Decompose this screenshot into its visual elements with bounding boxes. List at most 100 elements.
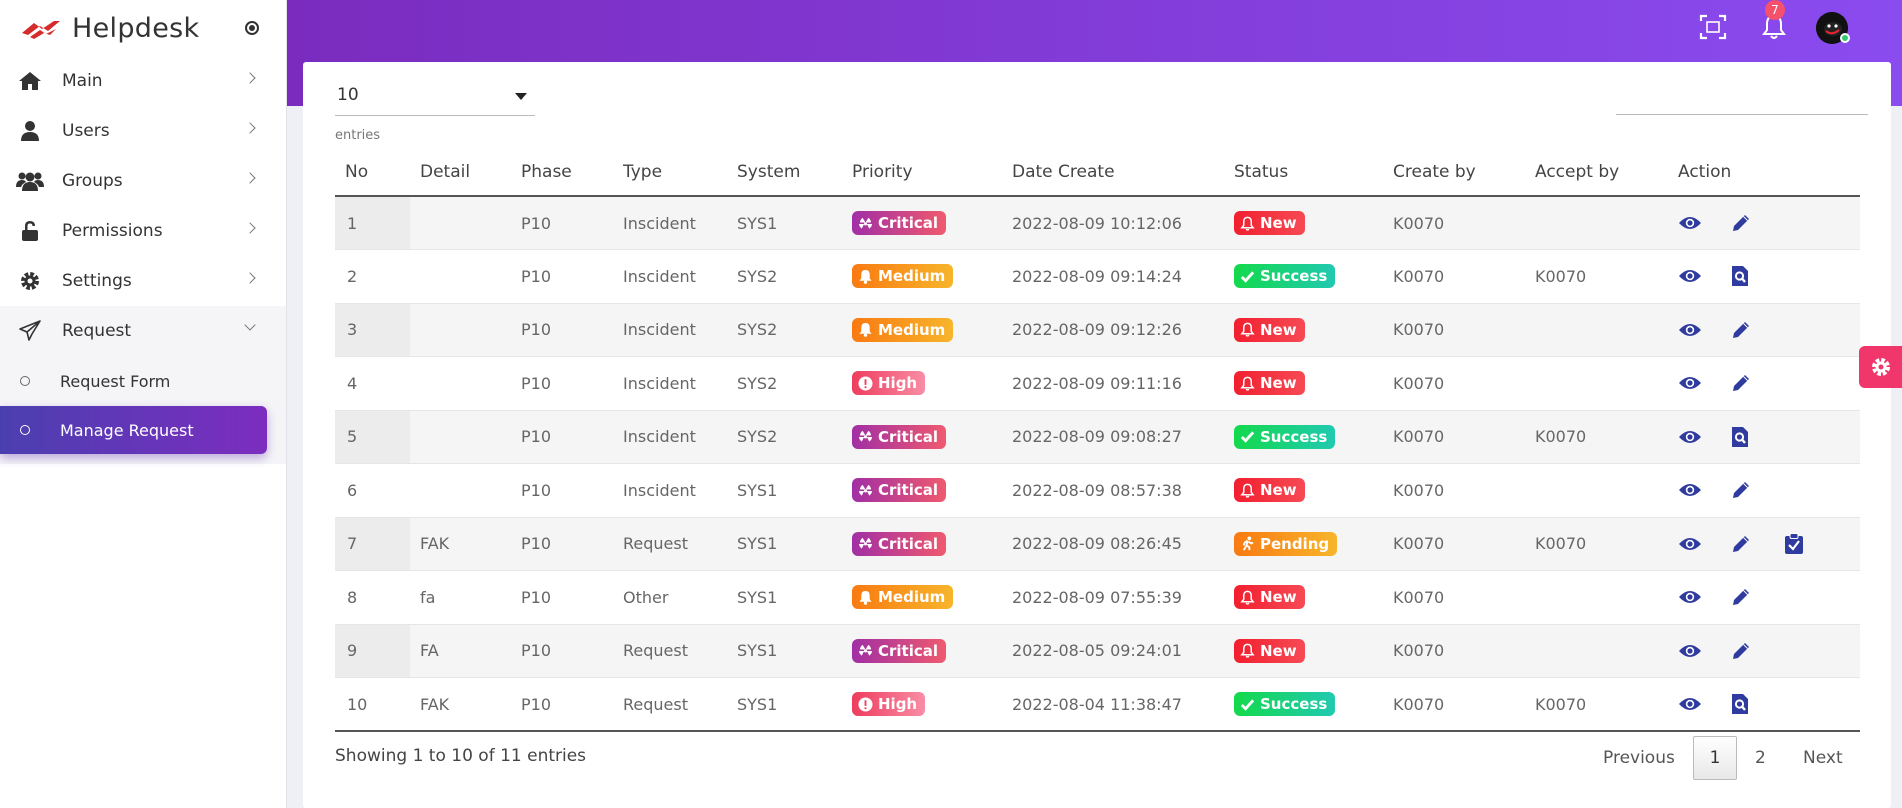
priority-label: Critical xyxy=(878,481,939,500)
cell-system: SYS2 xyxy=(727,356,842,411)
cell-system: SYS1 xyxy=(727,624,842,678)
view-eye-icon[interactable] xyxy=(1678,371,1731,395)
priority-badge: Critical xyxy=(852,211,947,235)
cell-accept-by xyxy=(1525,303,1668,357)
view-eye-icon[interactable] xyxy=(1678,478,1731,502)
cell-create-by: K0070 xyxy=(1383,303,1525,357)
document-search-icon[interactable] xyxy=(1731,425,1784,449)
table-row[interactable]: 4 P10 Inscident SYS2 High 2022-08-09 09:11:16… xyxy=(335,356,1860,411)
priority-critical-icon xyxy=(858,483,878,498)
running-person-icon xyxy=(1240,536,1260,551)
cell-phase: P10 xyxy=(511,249,613,304)
bell-icon xyxy=(858,590,878,605)
sidebar-item-main[interactable]: Main xyxy=(0,56,286,106)
edit-pencil-icon[interactable] xyxy=(1731,585,1784,609)
bell-icon xyxy=(858,322,878,338)
edit-pencil-icon[interactable] xyxy=(1731,318,1784,342)
table-row[interactable]: 6 P10 Inscident SYS1 Critical 2022-08-09 08:5… xyxy=(335,463,1860,518)
cell-action xyxy=(1668,517,1860,571)
theme-settings-button[interactable] xyxy=(1859,346,1902,388)
chevron-right-icon xyxy=(244,72,256,84)
cell-priority: Critical xyxy=(842,410,1002,464)
cell-date-create: 2022-08-09 08:26:45 xyxy=(1002,517,1224,571)
sidebar-item-request[interactable]: Request xyxy=(0,306,286,356)
search-input[interactable] xyxy=(1616,114,1868,115)
pagination-previous[interactable]: Previous xyxy=(1603,736,1675,780)
edit-pencil-icon[interactable] xyxy=(1731,639,1784,663)
cell-accept-by: K0070 xyxy=(1525,249,1668,304)
view-eye-icon[interactable] xyxy=(1678,264,1731,288)
view-eye-icon[interactable] xyxy=(1678,318,1731,342)
cell-type: Other xyxy=(613,570,727,625)
table-row[interactable]: 3 P10 Inscident SYS2 Medium 2022-08-09 09:12:… xyxy=(335,303,1860,357)
edit-pencil-icon[interactable] xyxy=(1731,371,1784,395)
caret-down-icon xyxy=(515,93,527,100)
cell-detail xyxy=(410,249,511,304)
online-status-icon xyxy=(1840,33,1850,43)
paper-plane-icon xyxy=(15,319,45,343)
edit-pencil-icon[interactable] xyxy=(1731,532,1784,556)
table-row[interactable]: 7 FAK P10 Request SYS1 Critical 2022-08-09 08:… xyxy=(335,517,1860,571)
document-search-icon[interactable] xyxy=(1731,264,1784,288)
column-header-action: Action xyxy=(1668,148,1860,197)
priority-badge: Critical xyxy=(852,478,947,503)
sidebar-item-settings[interactable]: Settings xyxy=(0,256,286,306)
sidebar-toggle-icon[interactable] xyxy=(245,21,259,35)
table-row[interactable]: 1 P10 Inscident SYS1 Critical 2022-08-09 10:1… xyxy=(335,196,1860,250)
column-header-detail[interactable]: Detail xyxy=(410,148,511,197)
table-row[interactable]: 9 FA P10 Request SYS1 Critical 2022-08-05 09:2… xyxy=(335,624,1860,678)
column-header-phase[interactable]: Phase xyxy=(511,148,613,197)
status-label: Success xyxy=(1260,695,1328,713)
cell-create-by: K0070 xyxy=(1383,517,1525,571)
cell-action xyxy=(1668,196,1860,250)
pagination-page-1[interactable]: 1 xyxy=(1693,736,1737,780)
view-eye-icon[interactable] xyxy=(1678,211,1731,235)
cell-phase: P10 xyxy=(511,463,613,518)
pagination-next[interactable]: Next xyxy=(1803,736,1843,780)
table-row[interactable]: 8 fa P10 Other SYS1 Medium 2022-08-09 07:55:39… xyxy=(335,570,1860,625)
table-row[interactable]: 5 P10 Inscident SYS2 Critical 2022-08-09 09:0… xyxy=(335,410,1860,464)
view-eye-icon[interactable] xyxy=(1678,639,1731,663)
column-header-no[interactable]: No xyxy=(335,148,410,197)
table-row[interactable]: 2 P10 Inscident SYS2 Medium 2022-08-09 09:14:… xyxy=(335,249,1860,304)
column-header-status[interactable]: Status xyxy=(1224,148,1383,197)
sidebar-item-permissions[interactable]: Permissions xyxy=(0,206,286,256)
brand[interactable]: Helpdesk xyxy=(0,0,286,56)
edit-pencil-icon[interactable] xyxy=(1731,211,1784,235)
priority-label: Medium xyxy=(878,320,946,339)
table-row[interactable]: 10 FAK P10 Request SYS1 High 2022-08-04 11:38:… xyxy=(335,677,1860,732)
status-badge: New xyxy=(1234,317,1305,342)
cell-detail xyxy=(410,303,511,357)
view-eye-icon[interactable] xyxy=(1678,425,1731,449)
priority-label: Critical xyxy=(878,641,939,660)
cell-detail xyxy=(410,196,511,250)
page-length-select[interactable]: 10 xyxy=(335,74,535,116)
cell-phase: P10 xyxy=(511,570,613,625)
pagination-page-2[interactable]: 2 xyxy=(1755,736,1766,780)
edit-pencil-icon[interactable] xyxy=(1731,478,1784,502)
column-header-system[interactable]: System xyxy=(727,148,842,197)
notification-badge: 7 xyxy=(1765,0,1785,20)
status-label: New xyxy=(1260,588,1297,607)
sidebar-item-users[interactable]: Users xyxy=(0,106,286,156)
view-eye-icon[interactable] xyxy=(1678,692,1731,716)
status-label: New xyxy=(1260,320,1297,339)
clipboard-check-icon[interactable] xyxy=(1784,532,1837,556)
sidebar-item-label: Permissions xyxy=(62,221,163,241)
column-header-priority[interactable]: Priority xyxy=(842,148,1002,197)
priority-badge: Medium xyxy=(852,585,954,610)
column-header-type[interactable]: Type xyxy=(613,148,727,197)
sidebar-item-request-form[interactable]: Request Form xyxy=(0,356,286,406)
sidebar-item-manage-request[interactable]: Manage Request xyxy=(0,406,267,454)
column-header-create-by[interactable]: Create by xyxy=(1383,148,1525,197)
column-header-accept-by[interactable]: Accept by xyxy=(1525,148,1668,197)
fullscreen-icon[interactable] xyxy=(1698,12,1728,42)
view-eye-icon[interactable] xyxy=(1678,585,1731,609)
view-eye-icon[interactable] xyxy=(1678,532,1731,556)
sidebar-item-groups[interactable]: Groups xyxy=(0,156,286,206)
document-search-icon[interactable] xyxy=(1731,692,1784,716)
cell-date-create: 2022-08-09 09:12:26 xyxy=(1002,303,1224,357)
priority-badge: High xyxy=(852,692,926,716)
cell-detail xyxy=(410,410,511,464)
column-header-date-create[interactable]: Date Create xyxy=(1002,148,1224,197)
